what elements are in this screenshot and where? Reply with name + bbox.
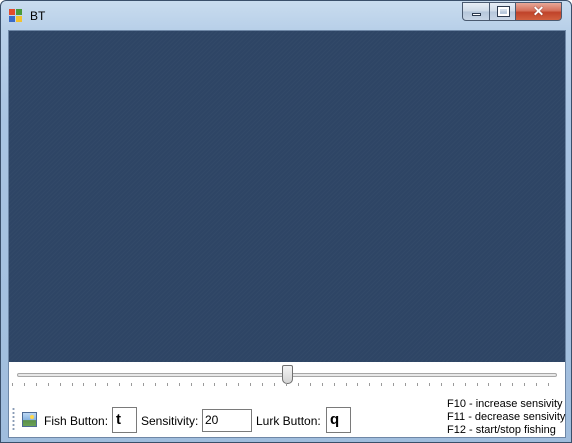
slider-tick: [465, 383, 466, 386]
slider-tick: [357, 383, 358, 386]
toolstrip-grip-icon[interactable]: [12, 407, 15, 431]
slider-tick: [262, 383, 263, 386]
slider-tick: [453, 383, 454, 386]
hotkey-line: F12 - start/stop fishing: [447, 424, 556, 436]
lurk-button-field[interactable]: q: [326, 407, 351, 433]
client-area: Fish Button: t Sensitivity: 20 Lurk Butt…: [8, 30, 566, 438]
app-icon[interactable]: [9, 9, 23, 23]
slider-tick: [143, 383, 144, 386]
maximize-icon: [497, 6, 510, 17]
slider-tick: [405, 383, 406, 386]
slider-tick: [24, 383, 25, 386]
slider-tick: [536, 383, 537, 386]
slider-tick: [83, 383, 84, 386]
slider-tick: [524, 383, 525, 386]
slider-tick: [60, 383, 61, 386]
close-button[interactable]: ✕: [515, 2, 562, 21]
toolstrip: Fish Button: t Sensitivity: 20 Lurk Butt…: [9, 391, 565, 437]
slider-tick: [167, 383, 168, 386]
fish-button-label: Fish Button:: [44, 414, 109, 428]
slider-tick: [107, 383, 108, 386]
slider-tick: [500, 383, 501, 386]
slider-tick: [429, 383, 430, 386]
slider-tick: [95, 383, 96, 386]
close-icon: ✕: [532, 3, 545, 19]
minimize-button[interactable]: [462, 2, 490, 21]
fish-button-field[interactable]: t: [112, 407, 137, 433]
image-icon[interactable]: [22, 412, 37, 427]
slider-tick: [179, 383, 180, 386]
slider-tick: [310, 383, 311, 386]
slider-tick: [548, 383, 549, 386]
slider-tick: [203, 383, 204, 386]
slider-tick: [512, 383, 513, 386]
slider-tick: [226, 383, 227, 386]
slider-tick: [155, 383, 156, 386]
slider-tick: [274, 383, 275, 386]
sensitivity-label: Sensitivity:: [141, 414, 199, 428]
slider-tick: [298, 383, 299, 386]
slider-tick: [346, 383, 347, 386]
slider-tick: [441, 383, 442, 386]
hotkey-line: F11 - decrease sensivity: [447, 411, 566, 423]
main-window: BT ✕ Fish Button: t Sensitivity: 20 Lurk…: [0, 0, 572, 443]
window-title: BT: [30, 9, 46, 23]
slider-ticks: [12, 383, 549, 387]
slider-tick: [238, 383, 239, 386]
capture-area: [9, 31, 565, 362]
hotkey-help: F10 - increase sensivity F11 - decrease …: [447, 398, 565, 437]
slider-tick: [488, 383, 489, 386]
slider-tick: [214, 383, 215, 386]
slider-tick: [12, 383, 13, 386]
lurk-button-label: Lurk Button:: [256, 414, 321, 428]
slider-tick: [48, 383, 49, 386]
title-bar[interactable]: BT ✕: [1, 1, 571, 29]
slider-tick: [286, 383, 287, 386]
slider-tick: [322, 383, 323, 386]
slider-tick: [417, 383, 418, 386]
slider-thumb[interactable]: [282, 365, 293, 384]
slider-tick: [191, 383, 192, 386]
slider-tick: [250, 383, 251, 386]
slider-tick: [36, 383, 37, 386]
minimize-icon: [472, 13, 481, 16]
maximize-button[interactable]: [489, 2, 516, 21]
slider-tick: [131, 383, 132, 386]
slider-tick: [393, 383, 394, 386]
slider-tick: [119, 383, 120, 386]
slider-tick: [334, 383, 335, 386]
slider-tick: [369, 383, 370, 386]
slider-tick: [477, 383, 478, 386]
sensitivity-field[interactable]: 20: [202, 409, 252, 432]
hotkey-line: F10 - increase sensivity: [447, 398, 563, 410]
slider-tick: [72, 383, 73, 386]
slider-tick: [381, 383, 382, 386]
